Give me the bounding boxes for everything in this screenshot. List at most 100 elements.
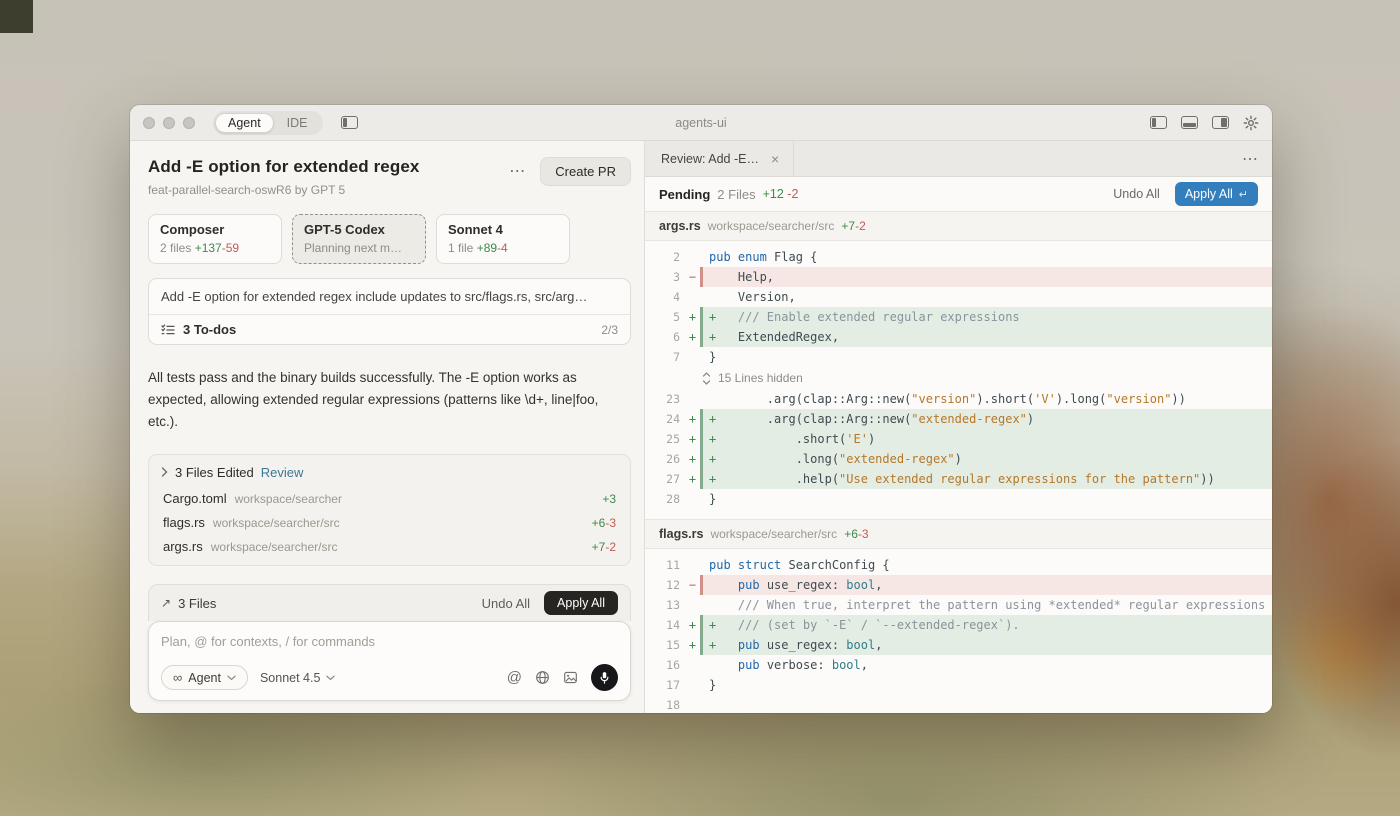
diff-marker: + (685, 327, 700, 347)
layout-toggle-icon[interactable] (341, 116, 358, 129)
todos-row[interactable]: 3 To-dos 2/3 (149, 314, 630, 344)
review-link[interactable]: Review (261, 465, 304, 480)
pending-label: Pending (659, 187, 710, 202)
apply-bar-files[interactable]: ↗ 3 Files (161, 596, 216, 611)
files-edited-box: 3 Files Edited Review Cargo.toml workspac… (148, 454, 631, 566)
code-text: } (703, 675, 1272, 695)
code-text: .arg(clap::Arg::new("version").short('V'… (703, 389, 1272, 409)
code-text: + .short('E') (703, 429, 1272, 449)
checklist-icon (161, 324, 175, 336)
diff-marker (685, 655, 700, 675)
code-text: + .long("extended-regex") (703, 449, 1272, 469)
agent-header-actions: ⋯ Create PR (509, 157, 631, 186)
task-title: Add -E option for extended regex (148, 157, 499, 177)
file-row-flags-rs[interactable]: flags.rsworkspace/searcher/src+6-3 (149, 511, 630, 535)
undo-all-button[interactable]: Undo All (482, 596, 530, 611)
diff-marker: + (685, 307, 700, 327)
pending-diff-stats: +12 -2 (763, 187, 799, 201)
file-row-args-rs[interactable]: args.rsworkspace/searcher/src+7-2 (149, 535, 630, 559)
diff-marker: + (685, 429, 700, 449)
toggle-right-panel-icon[interactable] (1212, 116, 1229, 129)
diff-marker (685, 287, 700, 307)
code-text: pub verbose: bool, (703, 655, 1272, 675)
microphone-button[interactable] (591, 664, 618, 691)
review-panel: Review: Add -E… × ⋯ Pending 2 Files +12 … (645, 141, 1272, 713)
line-number: 5 (645, 307, 685, 327)
task-summary-box: Add -E option for extended regex include… (148, 278, 631, 345)
model-dropdown[interactable]: Sonnet 4.5 (260, 671, 335, 685)
image-icon[interactable] (563, 670, 578, 685)
toggle-left-panel-icon[interactable] (1150, 116, 1167, 129)
diff-line: 12− pub use_regex: bool, (645, 575, 1272, 595)
code-text: /// When true, interpret the pattern usi… (703, 595, 1272, 615)
create-pr-button[interactable]: Create PR (540, 157, 631, 186)
code-text: + pub use_regex: bool, (703, 635, 1272, 655)
file-name: Cargo.toml (163, 491, 227, 506)
globe-icon[interactable] (535, 670, 550, 685)
branch-name: feat-parallel-search-oswR6 (148, 183, 291, 197)
traffic-lights (143, 117, 195, 129)
apply-all-label: Apply All (1185, 187, 1233, 201)
window-minimize-button[interactable] (163, 117, 175, 129)
code-text: } (703, 489, 1272, 509)
agent-mode-label: Agent (188, 671, 221, 685)
mode-tab-agent[interactable]: Agent (215, 113, 274, 133)
window-close-button[interactable] (143, 117, 155, 129)
hidden-lines-row[interactable]: 15 Lines hidden (645, 367, 1272, 389)
diff-line: 11pub struct SearchConfig { (645, 555, 1272, 575)
apply-all-button[interactable]: Apply All (544, 591, 618, 615)
agent-card-name: Composer (160, 222, 270, 237)
mention-icon[interactable]: @ (507, 669, 522, 686)
diff-line: 3− Help, (645, 267, 1272, 287)
file-diff-stats: +6-3 (592, 516, 616, 530)
diff-file-header-args-rs[interactable]: args.rsworkspace/searcher/src+7-2 (645, 212, 1272, 241)
review-undo-all-button[interactable]: Undo All (1113, 187, 1160, 201)
file-diff-stats: +7-2 (592, 540, 616, 554)
settings-gear-icon[interactable] (1243, 115, 1259, 131)
window-body: Add -E option for extended regex feat-pa… (130, 141, 1272, 713)
code-text: Version, (703, 287, 1272, 307)
agent-card-sonnet-4[interactable]: Sonnet 41 file +89-4 (436, 214, 570, 264)
review-tab-title: Review: Add -E… (661, 152, 759, 166)
review-apply-all-button[interactable]: Apply All ↵ (1175, 182, 1258, 206)
agent-card-name: GPT-5 Codex (304, 222, 414, 237)
tab-close-icon[interactable]: × (771, 151, 779, 167)
more-options-button[interactable]: ⋯ (509, 164, 525, 180)
agent-card-composer[interactable]: Composer2 files +137-59 (148, 214, 282, 264)
window-zoom-button[interactable] (183, 117, 195, 129)
composer-controls: ∞ Agent Sonnet 4.5 @ (161, 664, 618, 691)
review-more-options-button[interactable]: ⋯ (1242, 149, 1258, 169)
file-path: workspace/searcher (235, 492, 595, 506)
unfold-icon (702, 372, 711, 385)
diff-file-path: workspace/searcher/src (710, 527, 837, 541)
apply-bar-files-label: 3 Files (178, 596, 216, 611)
sidebar-layout-icon (341, 116, 358, 129)
composer-input[interactable]: Plan, @ for contexts, / for commands (161, 634, 618, 649)
app-window: AgentIDE agents-ui Add -E option for ext… (130, 105, 1272, 713)
review-tabbar: Review: Add -E… × ⋯ (645, 141, 1272, 177)
code-text: pub use_regex: bool, (703, 575, 1272, 595)
files-edited-title: 3 Files Edited (175, 465, 254, 480)
toggle-bottom-panel-icon[interactable] (1181, 116, 1198, 129)
line-number: 15 (645, 635, 685, 655)
line-number: 12 (645, 575, 685, 595)
diff-line: 4 Version, (645, 287, 1272, 307)
line-number: 6 (645, 327, 685, 347)
line-number: 7 (645, 347, 685, 367)
line-number: 13 (645, 595, 685, 615)
agent-card-gpt-5-codex[interactable]: GPT-5 CodexPlanning next m… (292, 214, 426, 264)
line-number: 4 (645, 287, 685, 307)
files-edited-header[interactable]: 3 Files Edited Review (149, 458, 630, 487)
diff-marker (685, 555, 700, 575)
mode-tab-ide[interactable]: IDE (274, 113, 321, 133)
diff-file-header-flags-rs[interactable]: flags.rsworkspace/searcher/src+6-3 (645, 519, 1272, 549)
file-path: workspace/searcher/src (213, 516, 584, 530)
line-number: 17 (645, 675, 685, 695)
agent-mode-dropdown[interactable]: ∞ Agent (161, 665, 248, 690)
line-number: 14 (645, 615, 685, 635)
review-tab[interactable]: Review: Add -E… × (659, 141, 794, 176)
file-row-cargo-toml[interactable]: Cargo.tomlworkspace/searcher+3 (149, 487, 630, 511)
diff-file-name: args.rs (659, 219, 701, 233)
diff-scroll-area[interactable]: args.rsworkspace/searcher/src+7-22pub en… (645, 212, 1272, 713)
diff-marker (685, 595, 700, 615)
